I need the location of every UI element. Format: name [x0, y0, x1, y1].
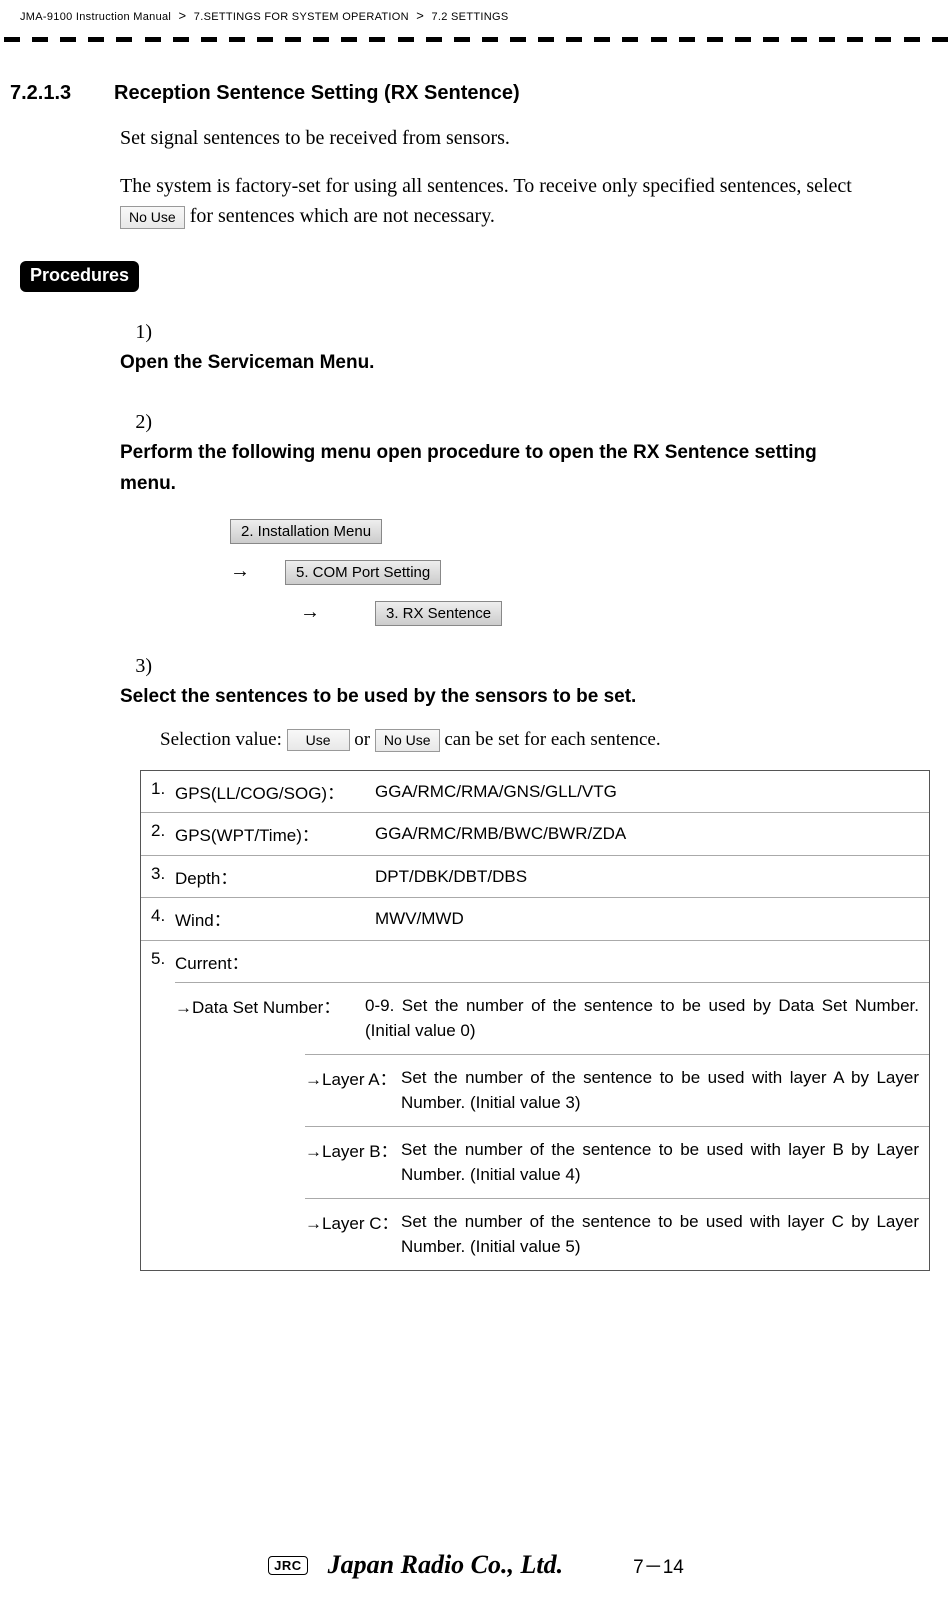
use-button: Use — [287, 729, 350, 751]
breadcrumb: JMA-9100 Instruction Manual > 7.SETTINGS… — [0, 0, 952, 31]
row-number: 3. — [151, 864, 175, 884]
step-2: 2) Perform the following menu open proce… — [120, 406, 912, 499]
sentence-table: 1. GPS(LL/COG/SOG)： GGA/RMC/RMA/GNS/GLL/… — [140, 770, 930, 1271]
section-title: Reception Sentence Setting (RX Sentence) — [114, 82, 520, 105]
selection-text: or — [354, 729, 375, 750]
row-label: GPS(WPT/Time)： — [175, 821, 375, 846]
paragraph-text: The system is factory-set for using all … — [120, 175, 852, 197]
selection-text: can be set for each sentence. — [444, 729, 660, 750]
arrow-icon: → — [230, 560, 280, 583]
section-name: 7.2 SETTINGS — [432, 11, 509, 23]
row-value: GGA/RMC/RMB/BWC/BWR/ZDA — [375, 821, 919, 847]
manual-name: JMA-9100 Instruction Manual — [20, 11, 171, 23]
paragraph-text: for sentences which are not necessary. — [190, 205, 495, 227]
step-3: 3) Select the sentences to be used by th… — [120, 650, 912, 712]
subrow-value: Set the number of the sentence to be use… — [401, 1209, 919, 1260]
table-row: 1. GPS(LL/COG/SOG)： GGA/RMC/RMA/GNS/GLL/… — [141, 771, 929, 814]
step-text: Select the sentences to be used by the s… — [120, 682, 870, 712]
subrow-label: →Layer A： — [305, 1065, 401, 1090]
paragraph: The system is factory-set for using all … — [120, 171, 912, 231]
arrow-icon: → — [300, 601, 370, 624]
subrow-layer-a: →Layer A： Set the number of the sentence… — [305, 1054, 929, 1126]
subrow-value: Set the number of the sentence to be use… — [401, 1137, 919, 1188]
page-number: 7－14 — [633, 1552, 684, 1579]
step-text: Perform the following menu open procedur… — [120, 438, 870, 499]
menu-installation-button: 2. Installation Menu — [230, 519, 382, 544]
subrow-label: →Data Set Number： — [175, 993, 365, 1018]
table-row: 3. Depth： DPT/DBK/DBT/DBS — [141, 856, 929, 899]
row-label: Depth： — [175, 864, 375, 889]
table-row-current: 5. Current： →Data Set Number： 0-9. Set t… — [141, 941, 929, 1270]
row-label: Wind： — [175, 906, 375, 931]
breadcrumb-sep: > — [416, 8, 424, 23]
subrow-layer-b: →Layer B： Set the number of the sentence… — [305, 1126, 929, 1198]
row-number: 5. — [151, 949, 175, 974]
subrow-label: →Layer B： — [305, 1137, 401, 1162]
row-number: 1. — [151, 779, 175, 799]
row-value: MWV/MWD — [375, 906, 919, 932]
jrc-logo: JRC — [268, 1556, 308, 1575]
company-name: Japan Radio Co., Ltd. — [328, 1550, 563, 1580]
row-value: DPT/DBK/DBT/DBS — [375, 864, 919, 890]
selection-text: Selection value: — [160, 729, 287, 750]
subrow-data-set-number: →Data Set Number： 0-9. Set the number of… — [175, 982, 929, 1054]
menu-com-port-button: 5. COM Port Setting — [285, 560, 441, 585]
no-use-button: No Use — [375, 729, 440, 752]
procedures-heading: Procedures — [20, 261, 139, 292]
row-label: GPS(LL/COG/SOG)： — [175, 779, 375, 804]
step-number: 1) — [120, 316, 152, 348]
table-row: 2. GPS(WPT/Time)： GGA/RMC/RMB/BWC/BWR/ZD… — [141, 813, 929, 856]
subrow-layer-c: →Layer C： Set the number of the sentence… — [305, 1198, 929, 1270]
divider — [0, 37, 952, 42]
row-number: 4. — [151, 906, 175, 926]
step-text: Open the Serviceman Menu. — [120, 348, 870, 378]
no-use-button: No Use — [120, 206, 185, 229]
subrow-value: 0-9. Set the number of the sentence to b… — [365, 993, 919, 1044]
chapter-name: 7.SETTINGS FOR SYSTEM OPERATION — [194, 11, 409, 23]
table-row: 4. Wind： MWV/MWD — [141, 898, 929, 941]
menu-navigation-chain: 2. Installation Menu → 5. COM Port Setti… — [230, 519, 912, 626]
page-footer: JRC Japan Radio Co., Ltd. 7－14 — [0, 1550, 952, 1580]
row-number: 2. — [151, 821, 175, 841]
current-subrows: →Data Set Number： 0-9. Set the number of… — [141, 982, 929, 1270]
step-1: 1) Open the Serviceman Menu. — [120, 316, 912, 378]
step-number: 3) — [120, 650, 152, 682]
menu-rx-sentence-button: 3. RX Sentence — [375, 601, 502, 626]
breadcrumb-sep: > — [179, 8, 187, 23]
subrow-value: Set the number of the sentence to be use… — [401, 1065, 919, 1116]
intro-paragraph: Set signal sentences to be received from… — [120, 123, 912, 153]
step-number: 2) — [120, 406, 152, 438]
selection-value-line: Selection value: Use or No Use can be se… — [160, 729, 912, 752]
section-number: 7.2.1.3 — [10, 82, 110, 105]
subrow-label: →Layer C： — [305, 1209, 401, 1234]
row-label: Current： — [175, 949, 375, 974]
row-value: GGA/RMC/RMA/GNS/GLL/VTG — [375, 779, 919, 805]
